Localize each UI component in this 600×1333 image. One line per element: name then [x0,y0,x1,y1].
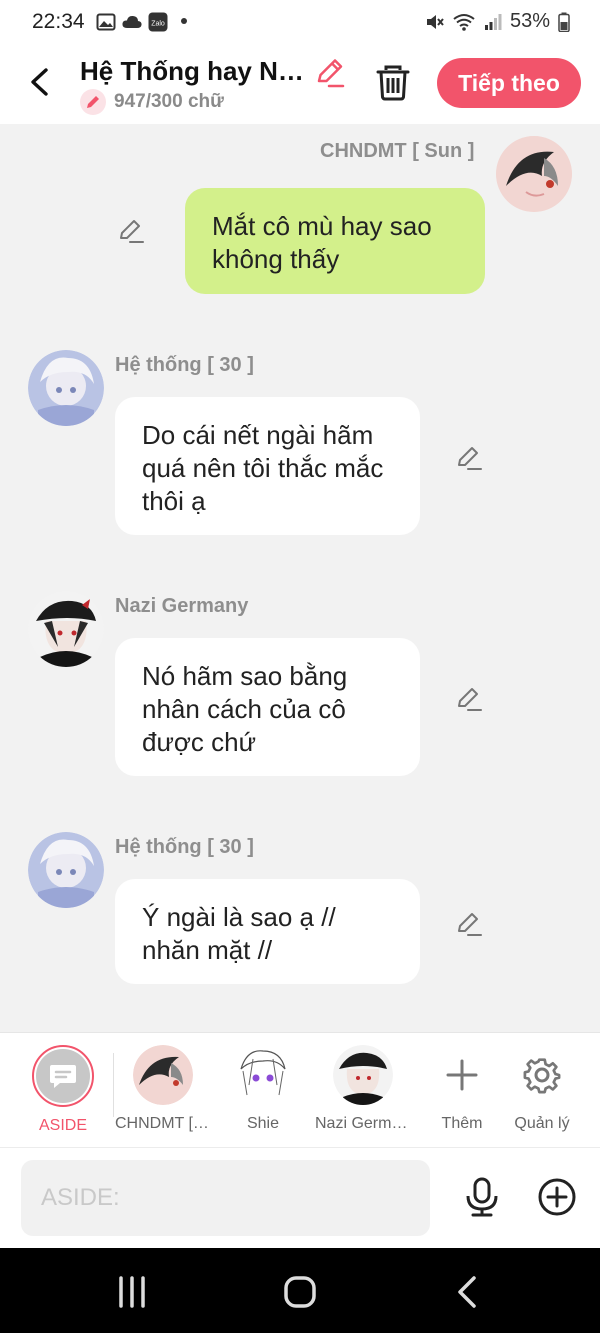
character-label: CHNDMT [ Sun ] [115,1115,211,1132]
aside-avatar [32,1045,94,1107]
character-aside[interactable]: ASIDE [15,1045,111,1135]
status-bar: 22:34 Zalo 53% [0,0,600,44]
signal-icon [484,13,502,30]
edit-message-icon[interactable] [454,908,484,938]
plus-icon [446,1059,478,1091]
chat-area[interactable]: CHNDMT [ Sun ] Mắt cô mù hay sao không t… [0,124,600,1032]
manage-button[interactable]: Quản lý [494,1045,590,1133]
battery-percent: 53% [509,10,550,32]
chat-bubble-icon [50,1065,76,1088]
avatar[interactable] [28,832,104,908]
battery-icon [558,12,570,32]
message-bubble[interactable]: Nó hãm sao bằng nhân cách của cô được ch… [115,638,420,776]
message-input-box[interactable] [21,1160,430,1236]
gear-icon [523,1058,561,1094]
zalo-icon: Zalo [148,12,168,32]
edit-message-icon[interactable] [454,442,484,472]
message-speaker: CHNDMT [ Sun ] [320,140,475,162]
avatar [233,1045,293,1105]
message-bubble[interactable]: Mắt cô mù hay sao không thấy [185,188,485,294]
avatar[interactable] [28,591,104,667]
status-time: 22:34 [32,10,85,33]
notification-dot-icon [181,18,187,24]
back-button[interactable] [22,62,58,102]
character-item[interactable]: Nazi Germany [315,1045,411,1133]
character-label: ASIDE [38,1117,87,1134]
pencil-icon [80,89,106,115]
input-area [0,1147,600,1248]
divider [113,1053,114,1117]
page-title: Hệ Thống hay Nazi Germany [80,56,304,86]
chat-header: Hệ Thống hay Nazi Germany 947/300 chữ Ti… [0,44,600,124]
avatar [333,1045,393,1105]
avatar [133,1045,193,1105]
manage-label: Quản lý [514,1115,570,1132]
home-icon[interactable] [280,1272,320,1312]
add-attachment-icon[interactable] [537,1177,577,1217]
message-bubble[interactable]: Ý ngài là sao ạ // nhăn mặt // [115,879,420,984]
message-speaker: Hệ thống [ 30 ] [115,836,254,858]
gallery-icon [96,13,116,31]
svg-text:Zalo: Zalo [151,21,165,28]
wifi-icon [453,13,475,31]
word-count: 947/300 chữ [114,91,224,112]
character-label: Shie [246,1115,280,1132]
recent-apps-icon[interactable] [112,1272,152,1312]
avatar[interactable] [28,350,104,426]
character-label: Nazi Germany [315,1115,411,1132]
microphone-icon[interactable] [462,1176,502,1218]
character-item[interactable]: CHNDMT [ Sun ] [115,1045,211,1133]
message-input[interactable] [21,1160,430,1236]
edit-title-icon[interactable] [312,54,348,90]
edit-message-icon[interactable] [116,215,146,245]
word-count-row: 947/300 chữ [80,89,224,115]
status-right: 53% [424,10,570,33]
next-button[interactable]: Tiếp theo [437,58,581,108]
trash-icon[interactable] [372,62,414,104]
edit-message-icon[interactable] [454,683,484,713]
mute-icon [426,14,444,29]
character-item[interactable]: Shie [215,1045,311,1133]
message-speaker: Hệ thống [ 30 ] [115,354,254,376]
character-bar: ASIDE CHNDMT [ Sun ] Shie [0,1032,600,1147]
message-bubble[interactable]: Do cái nết ngài hãm quá nên tôi thắc mắc… [115,397,420,535]
message-speaker: Nazi Germany [115,595,249,617]
avatar[interactable] [496,136,572,212]
system-nav-bar [0,1248,600,1333]
back-nav-icon[interactable] [448,1272,488,1312]
cloud-icon [122,15,142,28]
